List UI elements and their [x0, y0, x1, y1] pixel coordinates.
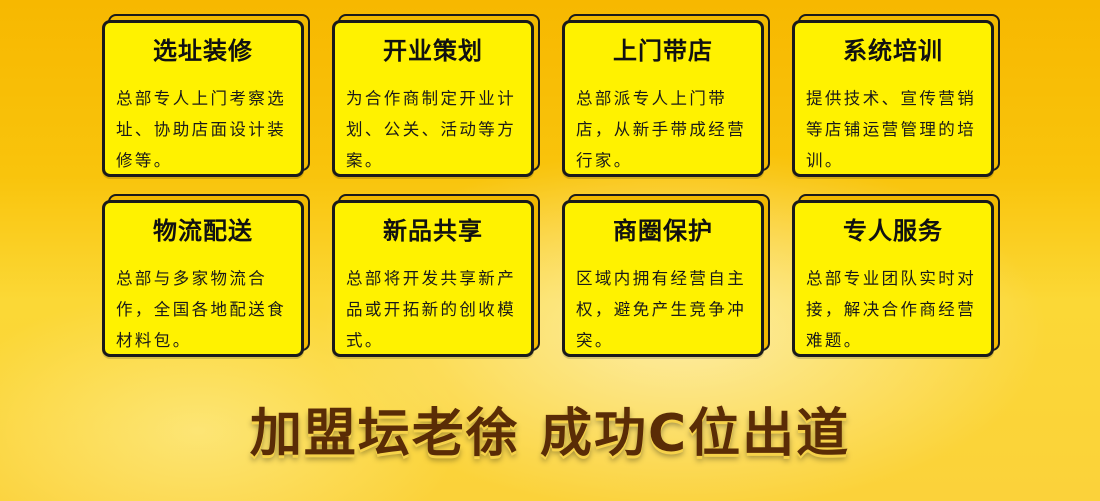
service-card: 上门带店总部派专人上门带店，从新手带成经营行家。 [562, 14, 770, 177]
card-title: 商圈保护 [613, 217, 713, 245]
card-title: 新品共享 [383, 217, 483, 245]
card-face: 商圈保护区域内拥有经营自主权，避免产生竞争冲突。 [562, 200, 764, 357]
service-card-grid: 选址装修 总部专人上门考察选址、协助店面设计装修等。 开业策划 为合作商制定开业计划、… [0, 0, 1100, 380]
card-description: 总部专业团队实时对接，解决合作商经营难题。 [806, 269, 977, 350]
card-description: 总部将开发共享新产品或开拓新的创收模式。 [346, 269, 517, 350]
card-title: 上门带店 [613, 37, 713, 65]
card-face: 专人服务总部专业团队实时对接，解决合作商经营难题。 [792, 200, 994, 357]
card-face: 开业策划为合作商制定开业计划、公关、活动等方案。 [332, 20, 534, 177]
card-description: 为合作商制定开业计划、公关、活动等方案。 [346, 89, 517, 170]
card-description: 总部专人上门考察选址、协助店面设计装修等。 [116, 89, 287, 170]
service-card: 物流配送总部与多家物流合作，全国各地配送食材料包。 [102, 194, 310, 357]
card-face: 新品共享总部将开发共享新产品或开拓新的创收模式。 [332, 200, 534, 357]
service-card: 系统培训提供技术、宣传营销等店铺运营管理的培训。 [792, 14, 1000, 177]
card-title: 开业策划 [383, 37, 483, 65]
card-face: 选址装修总部专人上门考察选址、协助店面设计装修等。 [102, 20, 304, 177]
card-face: 物流配送总部与多家物流合作，全国各地配送食材料包。 [102, 200, 304, 357]
service-card: 开业策划为合作商制定开业计划、公关、活动等方案。 [332, 14, 540, 177]
service-card: 专人服务总部专业团队实时对接，解决合作商经营难题。 [792, 194, 1000, 357]
card-description: 区域内拥有经营自主权，避免产生竞争冲突。 [576, 269, 747, 350]
card-title: 物流配送 [153, 217, 253, 245]
service-card: 商圈保护区域内拥有经营自主权，避免产生竞争冲突。 [562, 194, 770, 357]
card-title: 选址装修 [153, 37, 253, 65]
card-face: 上门带店总部派专人上门带店，从新手带成经营行家。 [562, 20, 764, 177]
card-description: 提供技术、宣传营销等店铺运营管理的培训。 [806, 89, 977, 170]
card-description: 总部与多家物流合作，全国各地配送食材料包。 [116, 269, 287, 350]
card-description: 总部派专人上门带店，从新手带成经营行家。 [576, 89, 747, 170]
service-card: 选址装修总部专人上门考察选址、协助店面设计装修等。 [102, 14, 310, 177]
card-title: 专人服务 [843, 217, 943, 245]
service-card: 新品共享总部将开发共享新产品或开拓新的创收模式。 [332, 194, 540, 357]
card-face: 系统培训提供技术、宣传营销等店铺运营管理的培训。 [792, 20, 994, 177]
slogan-banner: 加盟坛老徐 成功C位出道 [249, 404, 851, 464]
card-title: 系统培训 [843, 37, 943, 65]
